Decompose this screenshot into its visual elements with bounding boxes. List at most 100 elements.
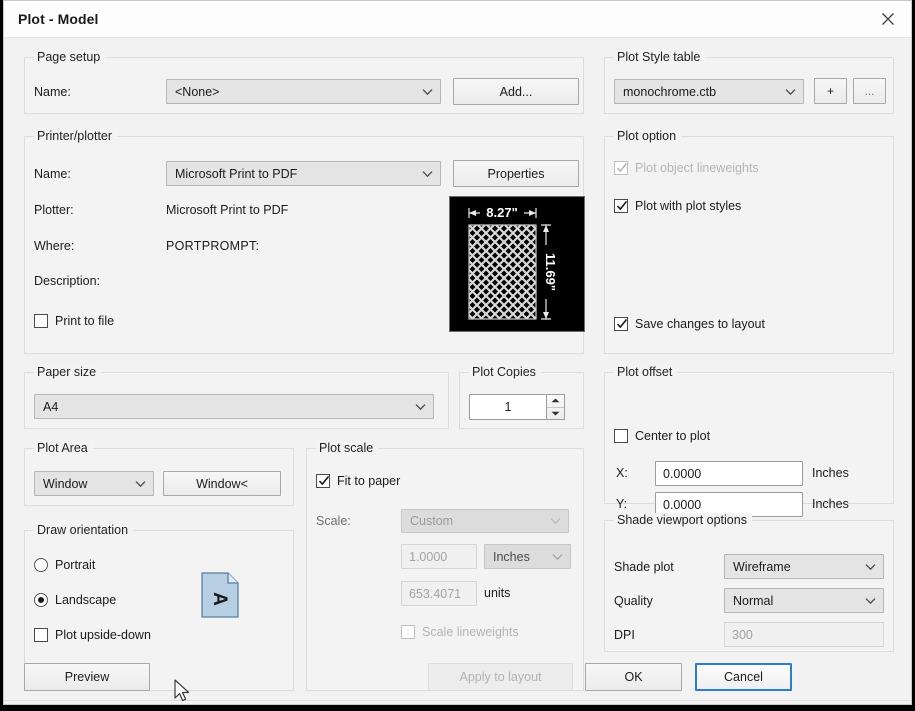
- orientation-preview-icon: A: [200, 571, 240, 622]
- scale-unit-combo: Inches: [484, 544, 571, 569]
- ok-button[interactable]: OK: [585, 663, 682, 691]
- quality-value: Normal: [733, 593, 774, 608]
- fit-to-paper-label: Fit to paper: [337, 474, 401, 488]
- page-setup-name-combo[interactable]: <None>: [166, 79, 441, 104]
- plot-option-group: Plot option Plot object lineweights Plot…: [604, 129, 894, 354]
- draw-orientation-legend: Draw orientation: [34, 523, 134, 537]
- center-to-plot-checkbox[interactable]: Center to plot: [614, 429, 710, 443]
- shade-plot-value: Wireframe: [733, 559, 791, 574]
- offset-x-units: Inches: [812, 466, 849, 480]
- paper-preview-thumbnail: 8.27" 11.69": [449, 196, 585, 332]
- offset-y-label: Y:: [616, 497, 628, 511]
- chevron-down-icon: [857, 597, 883, 605]
- paper-size-combo[interactable]: A4: [34, 394, 434, 419]
- plot-object-lineweights-checkbox: Plot object lineweights: [614, 161, 759, 175]
- checkbox-box: [614, 429, 628, 443]
- orientation-landscape-label: Landscape: [55, 593, 117, 607]
- plot-style-table-group: Plot Style table monochrome.ctb + ...: [604, 50, 894, 114]
- radio-circle: [34, 593, 48, 607]
- checkbox-box: [401, 625, 415, 639]
- page-setup-legend: Page setup: [34, 50, 106, 64]
- radio-circle: [34, 558, 48, 572]
- plot-area-value: Window: [43, 476, 88, 491]
- preview-width-dim: 8.27": [486, 205, 517, 220]
- plot-area-legend: Plot Area: [34, 441, 93, 455]
- plot-copies-legend: Plot Copies: [469, 365, 541, 379]
- plot-copies-stepper[interactable]: [547, 394, 565, 420]
- printer-name-label: Name:: [34, 167, 71, 181]
- scale-numerator-input: 1.0000: [401, 544, 477, 569]
- quality-label: Quality: [614, 594, 653, 608]
- paper-size-legend: Paper size: [34, 365, 102, 379]
- shade-plot-combo[interactable]: Wireframe: [724, 554, 884, 579]
- chevron-down-icon: [542, 517, 568, 525]
- page-setup-name-value: <None>: [175, 84, 220, 99]
- scale-value: Custom: [410, 514, 454, 528]
- chevron-down-icon: [544, 553, 570, 561]
- plotter-value: Microsoft Print to PDF: [166, 203, 289, 217]
- print-to-file-checkbox[interactable]: Print to file: [34, 314, 114, 328]
- print-to-file-label: Print to file: [55, 314, 115, 328]
- plot-style-add-button[interactable]: +: [814, 78, 847, 104]
- center-to-plot-label: Center to plot: [635, 429, 711, 443]
- svg-text:A: A: [209, 592, 230, 606]
- plot-style-browse-button[interactable]: ...: [853, 78, 886, 104]
- checkbox-box: [34, 628, 48, 642]
- radio-dot: [38, 597, 44, 603]
- title-bar: Plot - Model: [4, 1, 911, 38]
- add-page-setup-button[interactable]: Add...: [453, 78, 579, 105]
- fit-to-paper-checkbox[interactable]: Fit to paper: [316, 474, 400, 488]
- offset-x-label: X:: [616, 466, 628, 480]
- paper-size-value: A4: [43, 399, 59, 414]
- printer-name-value: Microsoft Print to PDF: [175, 166, 298, 181]
- plot-style-table-legend: Plot Style table: [614, 50, 706, 64]
- plot-style-table-value: monochrome.ctb: [623, 84, 717, 99]
- checkbox-box: [614, 317, 628, 331]
- where-value: PORTPROMPT:: [166, 239, 260, 253]
- printer-plotter-group: Printer/plotter Name: Microsoft Print to…: [24, 129, 585, 354]
- chevron-down-icon: [127, 480, 153, 488]
- checkbox-box: [316, 474, 330, 488]
- plot-upside-down-checkbox[interactable]: Plot upside-down: [34, 628, 151, 642]
- dialog-body: Page setup Name: <None> Add... Printer/p…: [4, 38, 911, 704]
- plot-upside-down-label: Plot upside-down: [55, 628, 151, 642]
- paper-size-group: Paper size A4: [24, 365, 449, 429]
- plot-offset-group: Plot offset Center to plot X: 0.0000 Inc…: [604, 365, 894, 517]
- close-button[interactable]: [865, 1, 911, 37]
- scale-unit-value: Inches: [493, 549, 530, 564]
- plot-style-table-combo[interactable]: monochrome.ctb: [614, 79, 804, 104]
- scale-combo: Custom: [401, 509, 569, 533]
- scale-lineweights-checkbox: Scale lineweights: [401, 625, 519, 639]
- checkbox-box: [614, 199, 628, 213]
- plot-copies-input[interactable]: 1: [469, 394, 547, 420]
- window-title: Plot - Model: [18, 11, 99, 27]
- shade-viewport-group: Shade viewport options Shade plot Wirefr…: [604, 513, 894, 652]
- orientation-landscape-radio[interactable]: Landscape: [34, 593, 116, 607]
- save-changes-to-layout-checkbox[interactable]: Save changes to layout: [614, 317, 765, 331]
- offset-y-units: Inches: [812, 497, 849, 511]
- stepper-up-icon[interactable]: [547, 395, 564, 407]
- page-setup-name-label: Name:: [34, 85, 71, 99]
- cancel-button[interactable]: Cancel: [695, 663, 792, 691]
- plot-area-combo[interactable]: Window: [34, 471, 154, 496]
- printer-plotter-legend: Printer/plotter: [34, 129, 118, 143]
- plotter-label: Plotter:: [34, 203, 74, 217]
- plot-area-window-button[interactable]: Window<: [163, 471, 281, 496]
- printer-properties-button[interactable]: Properties: [453, 160, 579, 187]
- preview-button[interactable]: Preview: [24, 663, 150, 691]
- checkbox-box: [614, 161, 628, 175]
- orientation-portrait-radio[interactable]: Portrait: [34, 558, 95, 572]
- page-setup-group: Page setup Name: <None> Add...: [24, 50, 584, 114]
- scale-label: Scale:: [316, 514, 351, 528]
- stepper-down-icon[interactable]: [547, 408, 564, 420]
- chevron-down-icon: [414, 170, 440, 178]
- plot-scale-group: Plot scale Fit to paper Scale: Custom 1.…: [306, 441, 584, 691]
- save-changes-to-layout-label: Save changes to layout: [635, 317, 765, 331]
- plot-dialog: Plot - Model Page setup Name: <None> Add…: [3, 0, 912, 705]
- plot-with-plot-styles-checkbox[interactable]: Plot with plot styles: [614, 199, 741, 213]
- chevron-down-icon: [857, 563, 883, 571]
- offset-x-input[interactable]: 0.0000: [655, 461, 803, 486]
- printer-name-combo[interactable]: Microsoft Print to PDF: [166, 161, 441, 186]
- scale-denominator-input: 653.4071: [401, 581, 477, 606]
- quality-combo[interactable]: Normal: [724, 588, 884, 613]
